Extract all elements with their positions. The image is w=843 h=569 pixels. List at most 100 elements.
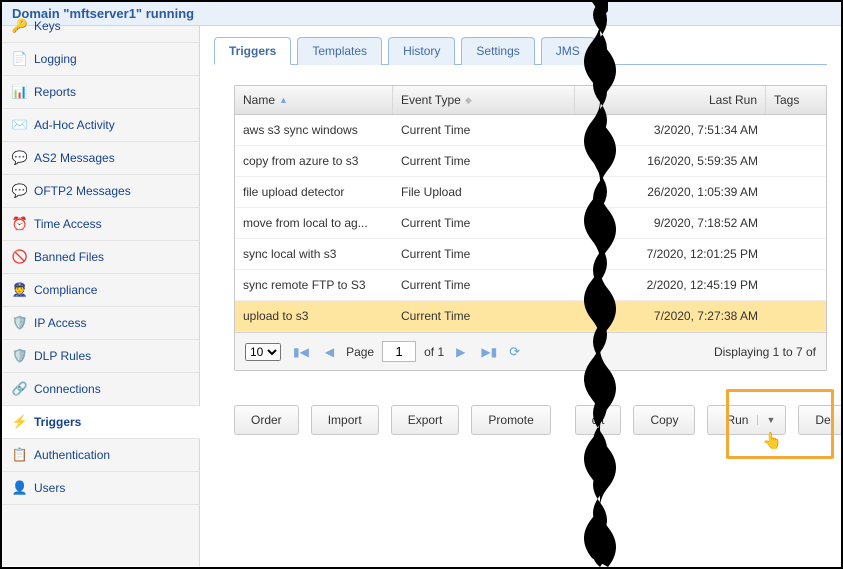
sidebar-icon: 📊 xyxy=(12,84,28,100)
dropdown-icon: ▼ xyxy=(757,415,775,425)
sidebar-item-label: Time Access xyxy=(34,217,102,231)
sidebar-item-label: Reports xyxy=(34,85,76,99)
paging-toolbar: 10 ▮◀ ◀ Page of 1 ▶ ▶▮ ⟳ Displaying 1 to… xyxy=(235,332,826,370)
cell-event: Current Time xyxy=(393,239,575,269)
table-row[interactable]: copy from azure to s3Current Time16/2020… xyxy=(235,146,826,177)
cell-last-run: 16/2020, 5:59:35 AM xyxy=(575,146,766,176)
tab-triggers[interactable]: Triggers xyxy=(214,37,291,65)
sidebar-item-authentication[interactable]: 📋 Authentication xyxy=(2,439,199,472)
table-row[interactable]: aws s3 sync windowsCurrent Time3/2020, 7… xyxy=(235,115,826,146)
sidebar-item-time-access[interactable]: ⏰Time Access xyxy=(2,208,199,241)
sidebar-item-keys[interactable]: 🔑 Keys xyxy=(2,10,199,43)
sidebar-item-label: Users xyxy=(34,481,65,495)
sidebar-icon: 💬 xyxy=(12,183,28,199)
sidebar-item-ad-hoc-activity[interactable]: ✉️ Ad-Hoc Activity xyxy=(2,109,199,142)
cell-event: Current Time xyxy=(393,115,575,145)
copy-button[interactable]: Copy xyxy=(633,405,695,435)
cell-tags xyxy=(766,146,826,176)
cell-last-run: 7/2020, 7:27:38 AM xyxy=(575,301,766,331)
cell-tags xyxy=(766,177,826,207)
refresh-icon[interactable]: ⟳ xyxy=(509,344,520,360)
sidebar-item-label: Authentication xyxy=(34,448,110,462)
promote-button[interactable]: Promote xyxy=(471,405,550,435)
column-last-run[interactable]: Last Run xyxy=(575,86,766,114)
next-page-icon[interactable]: ▶ xyxy=(452,345,469,359)
sidebar-icon: ✉️ xyxy=(12,117,28,133)
sidebar-icon: 👤 xyxy=(12,480,28,496)
cell-event: Current Time xyxy=(393,270,575,300)
last-page-icon[interactable]: ▶▮ xyxy=(477,345,501,359)
tab-jms[interactable]: JMS xyxy=(541,37,595,65)
of-label: of 1 xyxy=(424,345,444,359)
sidebar-item-label: AS2 Messages xyxy=(34,151,115,165)
sidebar-item-label: Ad-Hoc Activity xyxy=(34,118,115,132)
column-tags[interactable]: Tags xyxy=(766,86,826,114)
column-event[interactable]: Event Type ◆ xyxy=(393,86,575,114)
cell-last-run: 7/2020, 12:01:25 PM xyxy=(575,239,766,269)
main-panel: TriggersTemplatesHistorySettingsJMS Name… xyxy=(200,26,841,566)
sidebar-item-connections[interactable]: 🔗 Connections xyxy=(2,373,199,406)
page-label: Page xyxy=(346,345,374,359)
sidebar-item-dlp-rules[interactable]: 🛡️DLP Rules xyxy=(2,340,199,373)
page-number-input[interactable] xyxy=(382,341,416,362)
sidebar-icon: 👮 xyxy=(12,282,28,298)
cell-last-run: 3/2020, 7:51:34 AM xyxy=(575,115,766,145)
tab-templates[interactable]: Templates xyxy=(297,37,382,65)
tab-settings[interactable]: Settings xyxy=(461,37,534,65)
table-row[interactable]: move from local to ag...Current Time9/20… xyxy=(235,208,826,239)
cell-name: sync local with s3 xyxy=(235,239,393,269)
sidebar-item-label: Connections xyxy=(34,382,101,396)
table-row[interactable]: sync local with s3Current Time7/2020, 12… xyxy=(235,239,826,270)
table-row[interactable]: upload to s3Current Time7/2020, 7:27:38 … xyxy=(235,301,826,332)
sidebar-item-compliance[interactable]: 👮Compliance xyxy=(2,274,199,307)
grid-body: aws s3 sync windowsCurrent Time3/2020, 7… xyxy=(235,115,826,332)
sidebar-item-label: DLP Rules xyxy=(34,349,91,363)
cell-tags xyxy=(766,301,826,331)
export-button[interactable]: Export xyxy=(391,405,460,435)
column-tags-label: Tags xyxy=(774,93,799,107)
sidebar-item-users[interactable]: 👤 Users xyxy=(2,472,199,505)
order-button[interactable]: Order xyxy=(234,405,299,435)
column-last-label: Last Run xyxy=(709,93,757,107)
sidebar-item-label: Banned Files xyxy=(34,250,104,264)
sidebar-item-oftp2-messages[interactable]: 💬OFTP2 Messages xyxy=(2,175,199,208)
sort-icon: ◆ xyxy=(465,95,472,106)
sidebar-item-ip-access[interactable]: 🛡️ IP Access xyxy=(2,307,199,340)
table-row[interactable]: sync remote FTP to S3Current Time2/2020,… xyxy=(235,270,826,301)
column-name-label: Name xyxy=(243,93,275,107)
edit-button[interactable]: dit xyxy=(575,405,622,435)
sidebar-icon: 🔗 xyxy=(12,381,28,397)
prev-page-icon[interactable]: ◀ xyxy=(321,345,338,359)
cell-last-run: 9/2020, 7:18:52 AM xyxy=(575,208,766,238)
sidebar-item-as2-messages[interactable]: 💬 AS2 Messages xyxy=(2,142,199,175)
tab-history[interactable]: History xyxy=(388,37,455,65)
sidebar-icon: 💬 xyxy=(12,150,28,166)
cell-event: Current Time xyxy=(393,146,575,176)
cell-name: upload to s3 xyxy=(235,301,393,331)
cell-last-run: 26/2020, 1:05:39 AM xyxy=(575,177,766,207)
cell-name: aws s3 sync windows xyxy=(235,115,393,145)
tab-bar: TriggersTemplatesHistorySettingsJMS xyxy=(214,36,827,65)
import-button[interactable]: Import xyxy=(311,405,379,435)
sidebar-icon: 📋 xyxy=(12,447,28,463)
sidebar-icon: 📄 xyxy=(12,51,28,67)
delete-button[interactable]: De xyxy=(798,405,841,435)
first-page-icon[interactable]: ▮◀ xyxy=(289,345,313,359)
run-button[interactable]: Run ▼ xyxy=(707,405,786,435)
column-name[interactable]: Name ▲ xyxy=(235,86,393,114)
sidebar-item-logging[interactable]: 📄 Logging xyxy=(2,43,199,76)
cell-tags xyxy=(766,239,826,269)
sidebar-item-label: Keys xyxy=(34,19,61,33)
grid-header: Name ▲ Event Type ◆ Last Run Tags xyxy=(235,86,826,115)
sidebar-item-banned-files[interactable]: 🚫Banned Files xyxy=(2,241,199,274)
action-bar: Order Import Export Promote dit Copy Run… xyxy=(234,405,827,435)
page-size-select[interactable]: 10 xyxy=(245,343,281,361)
sidebar-icon: 🛡️ xyxy=(12,315,28,331)
table-row[interactable]: file upload detectorFile Upload26/2020, … xyxy=(235,177,826,208)
sidebar-item-label: Logging xyxy=(34,52,77,66)
sidebar-item-reports[interactable]: 📊 Reports xyxy=(2,76,199,109)
sidebar-item-label: IP Access xyxy=(34,316,86,330)
sidebar-icon: 🔑 xyxy=(12,18,28,34)
sidebar-item-triggers[interactable]: ⚡Triggers xyxy=(2,406,200,439)
sidebar-item-label: Triggers xyxy=(34,415,81,429)
